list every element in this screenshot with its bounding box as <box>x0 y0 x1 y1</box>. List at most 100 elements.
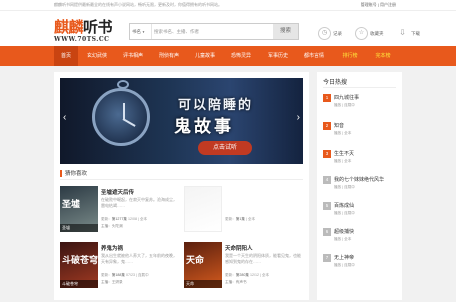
banner-next-arrow-icon[interactable]: › <box>297 112 300 123</box>
book-title[interactable]: 养鬼为祸 <box>101 244 123 252</box>
favorites-link[interactable]: ☆ 收藏夹 <box>355 25 385 43</box>
rank-item[interactable]: 3 生生不灭 播放 | 全本 <box>323 150 398 174</box>
rank-number: 4 <box>323 176 331 184</box>
rank-item[interactable]: 2 知音 播放 | 全本 <box>323 122 398 146</box>
book-anchor: 主播：头陀渊 <box>101 224 123 228</box>
rank-item[interactable]: 5 百炼成仙 播放 | 连载中 <box>323 202 398 226</box>
rank-meta: 播放 | 全本 <box>334 159 352 163</box>
promo-banner[interactable]: 可以陪睡的 鬼故事 点击试听 ‹ › <box>60 78 303 164</box>
rank-number: 3 <box>323 150 331 158</box>
banner-line2: 鬼故事 <box>174 117 234 137</box>
book-card[interactable]: 圣墟 圣墟 圣墟遮天后传 在破败中崛起，在寂灭中复苏。沧海成尘，雷电枯竭…… 更… <box>60 186 178 246</box>
book-cover[interactable]: 天命 天命 <box>184 242 222 288</box>
nav-completed[interactable]: 完本榜 <box>370 46 396 66</box>
section-accent-bar <box>60 170 62 177</box>
nav-military[interactable]: 军事历史 <box>262 46 294 66</box>
rank-meta: 播放 | 连载中 <box>334 185 355 189</box>
hot-search-sidebar: 今日热搜 1 四九城往事 播放 | 连载中 2 知音 播放 | 全本 3 生生不… <box>317 72 402 300</box>
section-title: 猜你喜欢 <box>65 171 88 177</box>
book-card[interactable]: 天命 天命 天命阴阳人 我是一个天生的阴阳体质，能看见鬼，也能感知到鬼的存在……… <box>184 242 302 302</box>
chevron-down-icon: ▼ <box>142 30 145 34</box>
rank-title[interactable]: 四九城往事 <box>334 94 359 101</box>
site-notice: 麒麟听书网提供最新最全的在线有声小说网站，畅听无限，更新及时，你值得拥有的听书网… <box>54 2 222 7</box>
banner-line1: 可以陪睡的 <box>178 98 254 113</box>
rank-number: 5 <box>323 202 331 210</box>
book-description: 我是一个天生的阴阳体质，能看见鬼，也能感知到鬼的存在…… <box>225 253 301 264</box>
book-anchor: 主播：有声书 <box>225 280 247 284</box>
rank-title[interactable]: 我的七个妹妹绝代风华 <box>334 176 384 183</box>
divider <box>323 87 396 88</box>
book-update: 更新：第1集 | 全本 <box>225 217 256 221</box>
book-update: 更新：第280集 12/12 | 全本 <box>225 273 270 277</box>
book-anchor: 主播：王妍录 <box>101 280 123 284</box>
register-link[interactable]: 用户注册 <box>380 2 396 7</box>
cover-title: 圣墟 <box>62 200 81 210</box>
star-icon: ☆ <box>355 27 368 41</box>
main-nav: 首页 玄幻武侠 评书相声 刑侦有声 儿童故事 恐怖灵异 军事历史 都市言情 排行… <box>0 46 456 66</box>
book-card[interactable]: 更新：第1集 | 全本 <box>184 186 302 246</box>
sidebar-title: 今日热搜 <box>323 80 348 86</box>
rank-meta: 播放 | 全本 <box>334 131 352 135</box>
search-input[interactable] <box>154 26 274 37</box>
nav-horror[interactable]: 恐怖灵异 <box>225 46 257 66</box>
search-category-select[interactable]: 书名▼ <box>130 24 152 39</box>
history-label: 记录 <box>333 30 342 36</box>
cover-title: 斗破苍穹 <box>62 256 98 266</box>
rank-title[interactable]: 超级捕快 <box>334 228 354 235</box>
rank-number: 2 <box>323 122 331 130</box>
rank-meta: 播放 | 连载中 <box>334 211 355 215</box>
rank-item[interactable]: 6 超级捕快 播放 | 全本 <box>323 228 398 252</box>
site-logo[interactable]: 麒麟听书 WWW.70TS.CC <box>54 18 113 44</box>
login-link[interactable]: 管理账号 <box>361 2 377 7</box>
cover-title: 天命 <box>186 256 205 266</box>
rank-item[interactable]: 1 四九城往事 播放 | 连载中 <box>323 94 398 118</box>
book-title[interactable]: 圣墟遮天后传 <box>101 188 134 196</box>
book-cover[interactable]: 圣墟 圣墟 <box>60 186 98 232</box>
banner-listen-button[interactable]: 点击试听 <box>198 141 252 155</box>
account-links: 管理账号 | 用户注册 <box>361 2 396 8</box>
nav-crime[interactable]: 刑侦有声 <box>153 46 185 66</box>
search-box: 书名▼ 搜索 <box>129 23 299 40</box>
nav-children[interactable]: 儿童故事 <box>189 46 221 66</box>
rank-meta: 播放 | 连载中 <box>334 263 355 267</box>
book-card[interactable]: 斗破苍穹 斗破苍穹 养鬼为祸 我从出生就被他人养大了，五年前的夜晚，天有异象，鬼… <box>60 242 178 302</box>
cover-footer: 圣墟 <box>60 224 98 232</box>
book-title[interactable]: 天命阴阳人 <box>225 244 253 252</box>
link-separator: | <box>377 2 379 7</box>
section-header: 猜你喜欢 <box>60 168 303 180</box>
rank-meta: 播放 | 全本 <box>334 237 352 241</box>
rank-title[interactable]: 知音 <box>334 122 344 129</box>
cover-footer: 天命 <box>184 280 222 288</box>
clock-icon: ◷ <box>318 27 331 41</box>
book-update: 更新：第188集 07/23 | 连载中 <box>101 273 149 277</box>
search-button[interactable]: 搜索 <box>273 24 298 39</box>
rank-title[interactable]: 生生不灭 <box>334 150 354 157</box>
book-description: 我从出生就被他人养大了，五年前的夜晚，天有异象，鬼…… <box>101 253 177 264</box>
rank-number: 6 <box>323 228 331 236</box>
download-link[interactable]: ⇩ 下载 <box>396 25 426 43</box>
book-cover[interactable]: 斗破苍穹 斗破苍穹 <box>60 242 98 288</box>
rank-item[interactable]: 4 我的七个妹妹绝代风华 播放 | 连载中 <box>323 176 398 200</box>
rank-title[interactable]: 无上神帝 <box>334 254 354 261</box>
pocket-watch-image <box>92 80 150 146</box>
logo-name: 麒麟听书 <box>54 18 113 36</box>
download-icon: ⇩ <box>399 28 406 38</box>
rank-item[interactable]: 7 无上神帝 播放 | 连载中 <box>323 254 398 278</box>
nav-romance[interactable]: 都市言情 <box>298 46 330 66</box>
favorites-label: 收藏夹 <box>370 30 384 36</box>
main-content: 可以陪睡的 鬼故事 点击试听 ‹ › 猜你喜欢 圣墟 圣墟 圣墟遮天后传 在破败… <box>54 72 309 300</box>
nav-fantasy[interactable]: 玄幻武侠 <box>81 46 113 66</box>
book-update: 更新：第1277集 12/08 | 全本 <box>101 217 148 221</box>
banner-prev-arrow-icon[interactable]: ‹ <box>63 112 66 123</box>
book-cover[interactable] <box>184 186 222 232</box>
nav-storytelling[interactable]: 评书相声 <box>117 46 149 66</box>
rank-meta: 播放 | 连载中 <box>334 103 355 107</box>
nav-ranking[interactable]: 排行榜 <box>337 46 363 66</box>
logo-url: WWW.70TS.CC <box>54 36 110 43</box>
history-link[interactable]: ◷ 记录 <box>318 25 348 43</box>
rank-title[interactable]: 百炼成仙 <box>334 202 354 209</box>
nav-home[interactable]: 首页 <box>54 46 78 66</box>
book-description: 在破败中崛起，在寂灭中复苏。沧海成尘，雷电枯竭…… <box>101 197 177 208</box>
cover-footer: 斗破苍穹 <box>60 280 98 288</box>
download-label: 下载 <box>411 30 420 36</box>
